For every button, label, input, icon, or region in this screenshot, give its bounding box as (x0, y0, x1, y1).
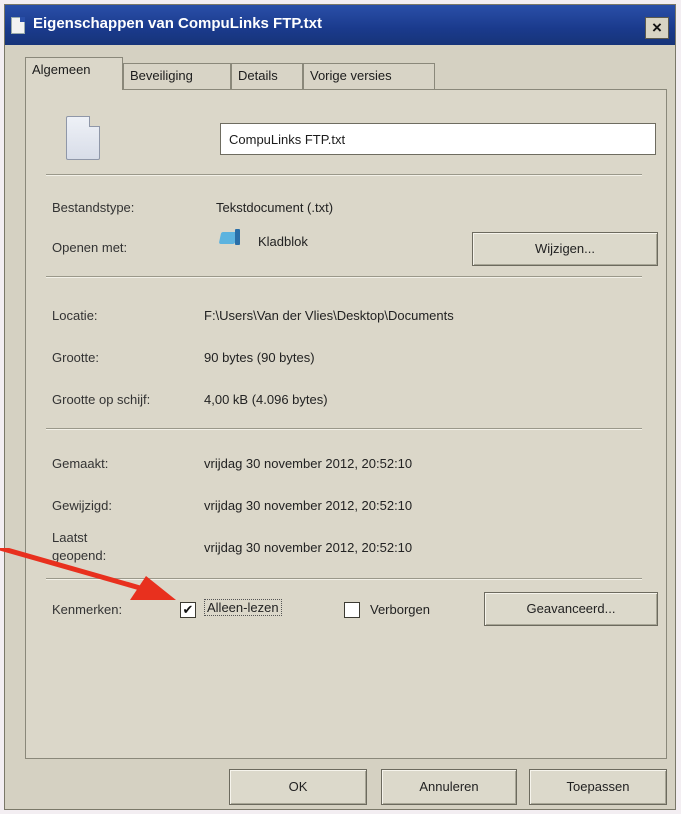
apply-button[interactable]: Toepassen (529, 769, 667, 805)
separator (46, 174, 642, 176)
readonly-label-text: Alleen-lezen (204, 599, 282, 616)
ok-button[interactable]: OK (229, 769, 367, 805)
readonly-checkbox[interactable]: ✔ (180, 602, 196, 618)
notepad-icon (220, 228, 242, 246)
change-button-label: Wijzigen... (535, 241, 595, 256)
created-value: vrijdag 30 november 2012, 20:52:10 (204, 456, 413, 471)
general-tab-panel: Bestandstype: Tekstdocument (.txt) Opene… (25, 89, 667, 759)
red-arrow-annotation (0, 548, 176, 600)
document-icon (11, 17, 25, 34)
opens-with-label: Openen met: (52, 240, 128, 255)
cancel-button-label: Annuleren (419, 779, 479, 794)
ok-button-label: OK (288, 779, 308, 794)
hidden-checkbox[interactable] (344, 602, 360, 618)
created-label: Gemaakt: (52, 456, 109, 471)
opens-with-value: Kladblok (258, 234, 308, 249)
separator (46, 276, 642, 278)
file-type-value: Tekstdocument (.txt) (216, 200, 334, 215)
modified-label: Gewijzigd: (52, 498, 112, 513)
hidden-label[interactable]: Verborgen (370, 602, 430, 617)
file-name-input[interactable] (220, 123, 656, 155)
tab-beveiliging[interactable]: Beveiliging (123, 63, 231, 89)
accessed-value: vrijdag 30 november 2012, 20:52:10 (204, 540, 413, 555)
file-type-label: Bestandstype: (52, 200, 135, 215)
advanced-button-label: Geavanceerd... (526, 601, 616, 616)
tab-details[interactable]: Details (231, 63, 303, 89)
location-value: F:\Users\Van der Vlies\Desktop\Documents (204, 308, 454, 323)
tab-vorige-versies[interactable]: Vorige versies (303, 63, 435, 89)
location-label: Locatie: (52, 308, 98, 323)
title-bar[interactable]: Eigenschappen van CompuLinks FTP.txt × (5, 5, 675, 45)
arrow-shaft (0, 548, 143, 591)
tab-algemeen[interactable]: Algemeen (25, 57, 123, 90)
cancel-button[interactable]: Annuleren (381, 769, 517, 805)
size-on-disk-value: 4,00 kB (4.096 bytes) (204, 392, 328, 407)
size-label: Grootte: (52, 350, 99, 365)
properties-dialog: Eigenschappen van CompuLinks FTP.txt × A… (4, 4, 676, 810)
size-on-disk-label: Grootte op schijf: (52, 392, 151, 407)
change-button[interactable]: Wijzigen... (472, 232, 658, 266)
separator (46, 428, 642, 430)
window-title: Eigenschappen van CompuLinks FTP.txt (33, 15, 322, 32)
accessed-label-line1: Laatst (52, 530, 88, 545)
readonly-label[interactable]: Alleen-lezen (204, 599, 282, 616)
close-button[interactable]: × (645, 17, 669, 39)
modified-value: vrijdag 30 november 2012, 20:52:10 (204, 498, 413, 513)
apply-button-label: Toepassen (566, 779, 630, 794)
text-file-icon (66, 116, 100, 160)
size-value: 90 bytes (90 bytes) (204, 350, 315, 365)
advanced-button[interactable]: Geavanceerd... (484, 592, 658, 626)
